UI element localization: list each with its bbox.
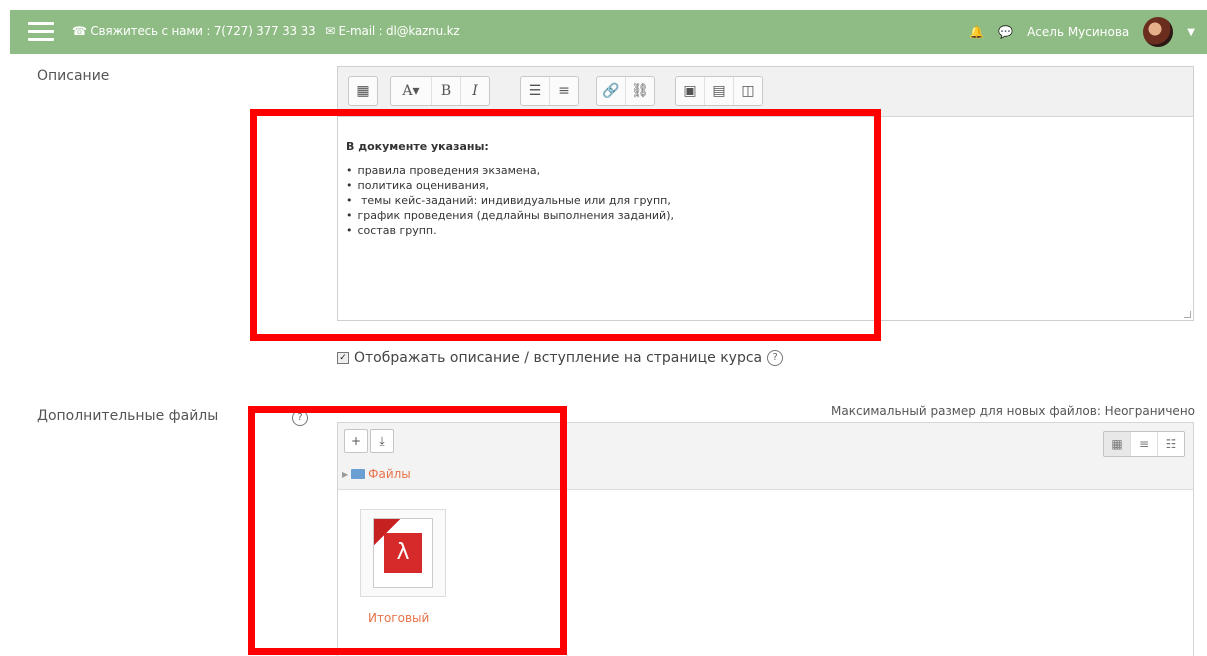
help-icon[interactable]: ?	[767, 350, 784, 366]
extra-files-label: Дополнительные файлы	[37, 408, 219, 424]
show-description-row: ✓ Отображать описание / вступление на ст…	[337, 350, 784, 366]
user-name[interactable]: Асель Мусинова	[1027, 25, 1129, 39]
list-view-icon[interactable]: ≡	[1131, 432, 1158, 456]
link-icon[interactable]: 🔗	[597, 77, 626, 105]
manage-files-icon[interactable]: ◫	[734, 77, 762, 105]
media-icon[interactable]: ▤	[705, 77, 734, 105]
show-description-label: Отображать описание / вступление на стра…	[354, 350, 763, 366]
email-text: E-mail : dl@kaznu.kz	[338, 24, 460, 38]
mail-icon: ✉	[325, 24, 335, 38]
bullet-list-icon[interactable]: ☰	[521, 77, 550, 105]
phone-icon: ☎	[72, 24, 87, 38]
menu-icon[interactable]	[28, 22, 54, 42]
numbered-list-icon[interactable]: ≡	[550, 77, 578, 105]
top-navbar: ☎ Свяжитесь с нами : 7(727) 377 33 33 ✉ …	[10, 10, 1207, 54]
chevron-down-icon[interactable]: ▼	[1187, 27, 1195, 38]
italic-icon[interactable]: I	[461, 77, 489, 105]
view-switcher: ▦ ≡ ☷	[1103, 431, 1185, 457]
tree-view-icon[interactable]: ☷	[1158, 432, 1184, 456]
resize-handle[interactable]	[1184, 311, 1191, 318]
font-style-icon[interactable]: A▾	[391, 77, 432, 105]
description-label: Описание	[37, 68, 110, 84]
max-size-text: Максимальный размер для новых файлов: Не…	[831, 404, 1195, 418]
contact-text: Свяжитесь с нами : 7(727) 377 33 33	[90, 24, 316, 38]
notifications-icon[interactable]: 🔔	[969, 25, 984, 39]
unlink-icon[interactable]: ⛓	[626, 77, 654, 105]
toggle-toolbar-icon[interactable]: ▦	[349, 77, 377, 105]
show-description-checkbox[interactable]: ✓	[337, 352, 349, 364]
avatar[interactable]	[1143, 17, 1174, 47]
grid-view-icon[interactable]: ▦	[1104, 432, 1131, 456]
highlight-box-files	[248, 406, 567, 655]
contact-info: ☎ Свяжитесь с нами : 7(727) 377 33 33 ✉ …	[72, 24, 460, 38]
image-icon[interactable]: ▣	[676, 77, 705, 105]
user-nav: 🔔 💬 Асель Мусинова ▼	[969, 16, 1195, 48]
messages-icon[interactable]: 💬	[998, 25, 1013, 39]
highlight-box-description	[250, 109, 881, 341]
bold-icon[interactable]: B	[432, 77, 461, 105]
